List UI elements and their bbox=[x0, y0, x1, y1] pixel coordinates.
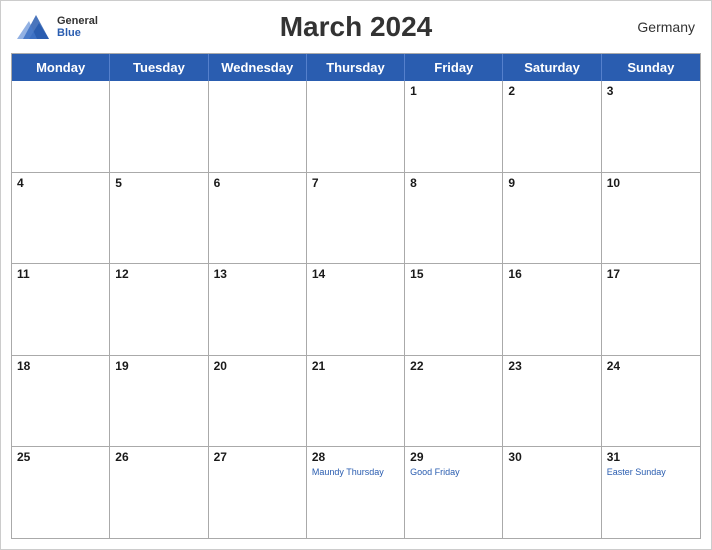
day-cell: 5 bbox=[110, 173, 208, 264]
day-cell: 12 bbox=[110, 264, 208, 355]
day-number: 30 bbox=[508, 450, 595, 464]
day-cell: 8 bbox=[405, 173, 503, 264]
day-number: 20 bbox=[214, 359, 301, 373]
day-number: 25 bbox=[17, 450, 104, 464]
holiday-label: Easter Sunday bbox=[607, 467, 695, 478]
day-cell: 9 bbox=[503, 173, 601, 264]
week-row-1: 123 bbox=[12, 81, 700, 172]
day-cell: 20 bbox=[209, 356, 307, 447]
day-number: 27 bbox=[214, 450, 301, 464]
holiday-label: Maundy Thursday bbox=[312, 467, 399, 478]
day-number: 14 bbox=[312, 267, 399, 281]
day-cell bbox=[209, 81, 307, 172]
day-cell bbox=[110, 81, 208, 172]
week-row-2: 456789 10 bbox=[12, 172, 700, 264]
day-cell: 19 bbox=[110, 356, 208, 447]
day-number: 19 bbox=[115, 359, 202, 373]
day-cell: 27 bbox=[209, 447, 307, 538]
day-cell: 24 bbox=[602, 356, 700, 447]
day-cell bbox=[307, 81, 405, 172]
day-cell: 30 bbox=[503, 447, 601, 538]
day-cell bbox=[12, 81, 110, 172]
holiday-label: Good Friday bbox=[410, 467, 497, 478]
day-cell: 3 bbox=[602, 81, 700, 172]
day-number: 21 bbox=[312, 359, 399, 373]
logo: General Blue bbox=[17, 11, 98, 43]
day-cell: 28 Maundy Thursday bbox=[307, 447, 405, 538]
day-number: 4 bbox=[17, 176, 104, 190]
day-cell: 4 bbox=[12, 173, 110, 264]
day-number: 8 bbox=[410, 176, 497, 190]
header-tuesday: Tuesday bbox=[110, 54, 208, 81]
day-number: 3 bbox=[607, 84, 695, 98]
page-title: March 2024 bbox=[280, 11, 433, 43]
day-number: 1 bbox=[410, 84, 497, 98]
header-friday: Friday bbox=[405, 54, 503, 81]
day-number: 31 bbox=[607, 450, 695, 464]
day-number: 16 bbox=[508, 267, 595, 281]
day-cell: 15 bbox=[405, 264, 503, 355]
day-number: 13 bbox=[214, 267, 301, 281]
day-cell: 16 bbox=[503, 264, 601, 355]
day-cell: 26 bbox=[110, 447, 208, 538]
day-number: 18 bbox=[17, 359, 104, 373]
day-cell: 14 bbox=[307, 264, 405, 355]
day-cell: 7 bbox=[307, 173, 405, 264]
day-cell: 29 Good Friday bbox=[405, 447, 503, 538]
weeks-container: 1234567891011121314151617181920212223242… bbox=[12, 81, 700, 538]
week-row-5: 25 26 27 28 Maundy Thursday 29 Good Friday 30 31… bbox=[12, 446, 700, 538]
day-cell: 6 bbox=[209, 173, 307, 264]
header-sunday: Sunday bbox=[602, 54, 700, 81]
day-cell: 21 bbox=[307, 356, 405, 447]
day-cell: 31 Easter Sunday bbox=[602, 447, 700, 538]
day-number: 24 bbox=[607, 359, 695, 373]
day-cell: 10 bbox=[602, 173, 700, 264]
day-number: 23 bbox=[508, 359, 595, 373]
day-number: 11 bbox=[17, 267, 104, 281]
logo-blue: Blue bbox=[57, 27, 98, 39]
day-number: 7 bbox=[312, 176, 399, 190]
week-row-4: 18 19 20 21 22 23 24 bbox=[12, 355, 700, 447]
day-number: 9 bbox=[508, 176, 595, 190]
day-cell: 1 bbox=[405, 81, 503, 172]
day-number: 22 bbox=[410, 359, 497, 373]
day-number: 2 bbox=[508, 84, 595, 98]
header-monday: Monday bbox=[12, 54, 110, 81]
day-cell: 18 bbox=[12, 356, 110, 447]
day-cell: 23 bbox=[503, 356, 601, 447]
day-number: 29 bbox=[410, 450, 497, 464]
day-cell: 25 bbox=[12, 447, 110, 538]
day-number: 28 bbox=[312, 450, 399, 464]
country-label: Germany bbox=[637, 19, 695, 35]
calendar-page: General Blue March 2024 Germany Monday T… bbox=[0, 0, 712, 550]
day-number: 6 bbox=[214, 176, 301, 190]
day-cell: 17 bbox=[602, 264, 700, 355]
day-number: 26 bbox=[115, 450, 202, 464]
day-number: 15 bbox=[410, 267, 497, 281]
header-wednesday: Wednesday bbox=[209, 54, 307, 81]
logo-icon bbox=[17, 11, 55, 43]
page-header: General Blue March 2024 Germany bbox=[1, 1, 711, 49]
week-row-3: 11 12 13 14 15 16 17 bbox=[12, 263, 700, 355]
day-number: 5 bbox=[115, 176, 202, 190]
header-saturday: Saturday bbox=[503, 54, 601, 81]
day-number: 17 bbox=[607, 267, 695, 281]
day-cell: 2 bbox=[503, 81, 601, 172]
calendar-grid: Monday Tuesday Wednesday Thursday Friday… bbox=[11, 53, 701, 539]
logo-general: General bbox=[57, 15, 98, 27]
day-headers-row: Monday Tuesday Wednesday Thursday Friday… bbox=[12, 54, 700, 81]
day-number: 12 bbox=[115, 267, 202, 281]
day-cell: 11 bbox=[12, 264, 110, 355]
day-cell: 22 bbox=[405, 356, 503, 447]
day-cell: 13 bbox=[209, 264, 307, 355]
header-thursday: Thursday bbox=[307, 54, 405, 81]
day-number: 10 bbox=[607, 176, 695, 190]
